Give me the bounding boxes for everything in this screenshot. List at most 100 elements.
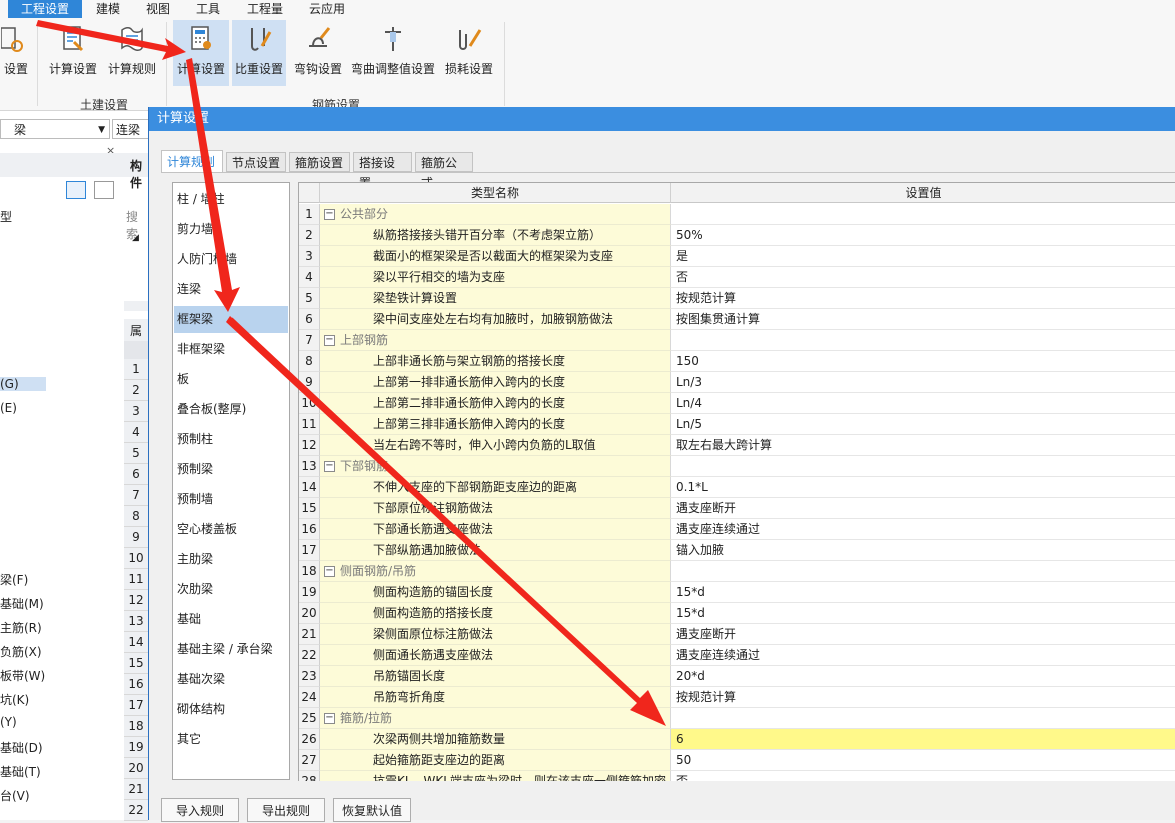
table-row[interactable]: 12 当左右跨不等时，伸入小跨内负筋的L取值 取左右最大跨计算 [299,435,1175,456]
category-item[interactable]: 预制梁 [174,456,288,483]
table-row[interactable]: 2 纵筋搭接接头错开百分率（不考虑架立筋） 50% [299,225,1175,246]
tree-item[interactable]: 板带(W) [0,667,45,684]
table-row[interactable]: 14 不伸入支座的下部钢筋距支座边的距离 0.1*L [299,477,1175,498]
setting-value-cell[interactable] [671,561,1175,582]
table-row[interactable]: 17 下部纵筋遇加腋做法 锚入加腋 [299,540,1175,561]
setting-value-cell[interactable]: 15*d [671,603,1175,624]
col-header-name[interactable]: 类型名称 [320,183,671,203]
setting-value-cell[interactable]: 20*d [671,666,1175,687]
menu-view[interactable]: 视图 [138,0,178,18]
table-row[interactable]: 21 梁侧面原位标注筋做法 遇支座断开 [299,624,1175,645]
table-row[interactable]: 6 梁中间支座处左右均有加腋时，加腋钢筋做法 按图集贯通计算 [299,309,1175,330]
setting-value-cell[interactable]: 150 [671,351,1175,372]
setting-value-cell[interactable]: 50 [671,750,1175,771]
setting-value-cell[interactable] [671,330,1175,351]
table-row[interactable]: 9 上部第一排非通长筋伸入跨内的长度 Ln/3 [299,372,1175,393]
setting-value-cell[interactable]: 0.1*L [671,477,1175,498]
collapse-icon[interactable]: − [324,566,335,577]
category-item[interactable]: 其它 [174,726,288,753]
tree-item[interactable]: (E) [0,401,17,415]
table-row[interactable]: 20 侧面构造筋的搭接长度 15*d [299,603,1175,624]
table-row[interactable]: 28 抗震KL、WKL端支座为梁时，则在该支座一侧箍筋加密否 [299,771,1175,781]
export-rules-button[interactable]: 导出规则 [247,798,325,822]
setting-value-cell[interactable]: 是 [671,246,1175,267]
table-row[interactable]: 3 截面小的框架梁是否以截面大的框架梁为支座 是 [299,246,1175,267]
setting-value-cell[interactable]: 遇支座断开 [671,498,1175,519]
table-row[interactable]: 5 梁垫铁计算设置 按规范计算 [299,288,1175,309]
table-row[interactable]: 27 起始箍筋距支座边的距离 50 [299,750,1175,771]
category-item[interactable]: 基础次梁 [174,666,288,693]
table-row[interactable]: 4 梁以平行相交的墙为支座 否 [299,267,1175,288]
category-item[interactable]: 剪力墙 [174,216,288,243]
category-item[interactable]: 基础主梁 / 承台梁 [174,636,288,663]
tree-item[interactable]: 负筋(X) [0,643,42,660]
table-row[interactable]: 11 上部第三排非通长筋伸入跨内的长度 Ln/5 [299,414,1175,435]
menu-modeling[interactable]: 建模 [88,0,128,18]
tree-item[interactable]: 基础(T) [0,763,41,780]
tree-item[interactable]: 型 [0,208,12,225]
tree-item[interactable]: (Y) [0,715,17,729]
grid-view-icon[interactable] [94,181,114,199]
group-row[interactable]: 18− 侧面钢筋/吊筋 [299,561,1175,582]
table-row[interactable]: 26 次梁两侧共增加箍筋数量 6 [299,729,1175,750]
tree-item[interactable]: 坑(K) [0,691,29,708]
bend-adjust-settings-button[interactable]: 弯曲调整值设置 [350,20,436,86]
collapse-icon[interactable]: − [324,713,335,724]
group-row[interactable]: 13− 下部钢筋 [299,456,1175,477]
setting-value-cell[interactable]: 按规范计算 [671,687,1175,708]
group-row[interactable]: 25− 箍筋/拉筋 [299,708,1175,729]
tab-3[interactable]: 箍筋设置 [289,152,350,172]
category-item[interactable]: 连梁 [174,276,288,303]
setting-value-cell[interactable]: 15*d [671,582,1175,603]
setting-value-cell[interactable] [671,204,1175,225]
category-item[interactable]: 人防门框墙 [174,246,288,273]
setting-value-cell[interactable]: 遇支座连续通过 [671,645,1175,666]
group-row[interactable]: 7− 上部钢筋 [299,330,1175,351]
setting-value-cell[interactable]: 6 [671,729,1175,750]
loss-settings-button[interactable]: 损耗设置 [440,20,498,86]
category-item[interactable]: 砌体结构 [174,696,288,723]
tab-4[interactable]: 搭接设置 [353,152,412,190]
tree-expand-icon[interactable]: ◢ [132,233,139,243]
collapse-icon[interactable]: − [324,461,335,472]
table-row[interactable]: 23 吊筋锚固长度 20*d [299,666,1175,687]
col-header-value[interactable]: 设置值 [671,183,1175,203]
component-type-select[interactable]: 梁 ▼ [0,119,110,139]
table-row[interactable]: 22 侧面通长筋遇支座做法 遇支座连续通过 [299,645,1175,666]
category-item[interactable]: 柱 / 墙柱 [174,186,288,213]
setting-value-cell[interactable]: 取左右最大跨计算 [671,435,1175,456]
import-rules-button[interactable]: 导入规则 [161,798,239,822]
table-row[interactable]: 24 吊筋弯折角度 按规范计算 [299,687,1175,708]
setting-value-cell[interactable]: 否 [671,771,1175,781]
settings-button[interactable]: 设置 [0,20,32,86]
setting-value-cell[interactable]: Ln/3 [671,372,1175,393]
setting-value-cell[interactable]: 按图集贯通计算 [671,309,1175,330]
collapse-icon[interactable]: − [324,209,335,220]
category-item[interactable]: 基础 [174,606,288,633]
table-row[interactable]: 10 上部第二排非通长筋伸入跨内的长度 Ln/4 [299,393,1175,414]
setting-value-cell[interactable]: 50% [671,225,1175,246]
category-item[interactable]: 次肋梁 [174,576,288,603]
table-row[interactable]: 16 下部通长筋遇支座做法 遇支座连续通过 [299,519,1175,540]
hook-settings-button[interactable]: 弯钩设置 [290,20,346,86]
setting-value-cell[interactable] [671,456,1175,477]
menu-project-settings[interactable]: 工程设置 [8,0,82,18]
list-view-icon[interactable] [66,181,86,199]
calc-rules-button[interactable]: 计算规则 [104,20,160,86]
setting-value-cell[interactable]: 遇支座断开 [671,624,1175,645]
category-item[interactable]: 板 [174,366,288,393]
table-row[interactable]: 15 下部原位标注钢筋做法 遇支座断开 [299,498,1175,519]
setting-value-cell[interactable]: 否 [671,267,1175,288]
table-row[interactable]: 8 上部非通长筋与架立钢筋的搭接长度 150 [299,351,1175,372]
tree-item[interactable]: 台(V) [0,787,30,804]
setting-value-cell[interactable]: 按规范计算 [671,288,1175,309]
table-row[interactable]: 19 侧面构造筋的锚固长度 15*d [299,582,1175,603]
menu-quantity[interactable]: 工程量 [240,0,290,18]
setting-value-cell[interactable] [671,708,1175,729]
category-item[interactable]: 预制墙 [174,486,288,513]
category-item[interactable]: 预制柱 [174,426,288,453]
civil-calc-settings-button[interactable]: 计算设置 [46,20,100,86]
category-item[interactable]: 框架梁 [174,306,288,333]
setting-value-cell[interactable]: 遇支座连续通过 [671,519,1175,540]
rebar-calc-settings-button[interactable]: 计算设置 [173,20,229,86]
